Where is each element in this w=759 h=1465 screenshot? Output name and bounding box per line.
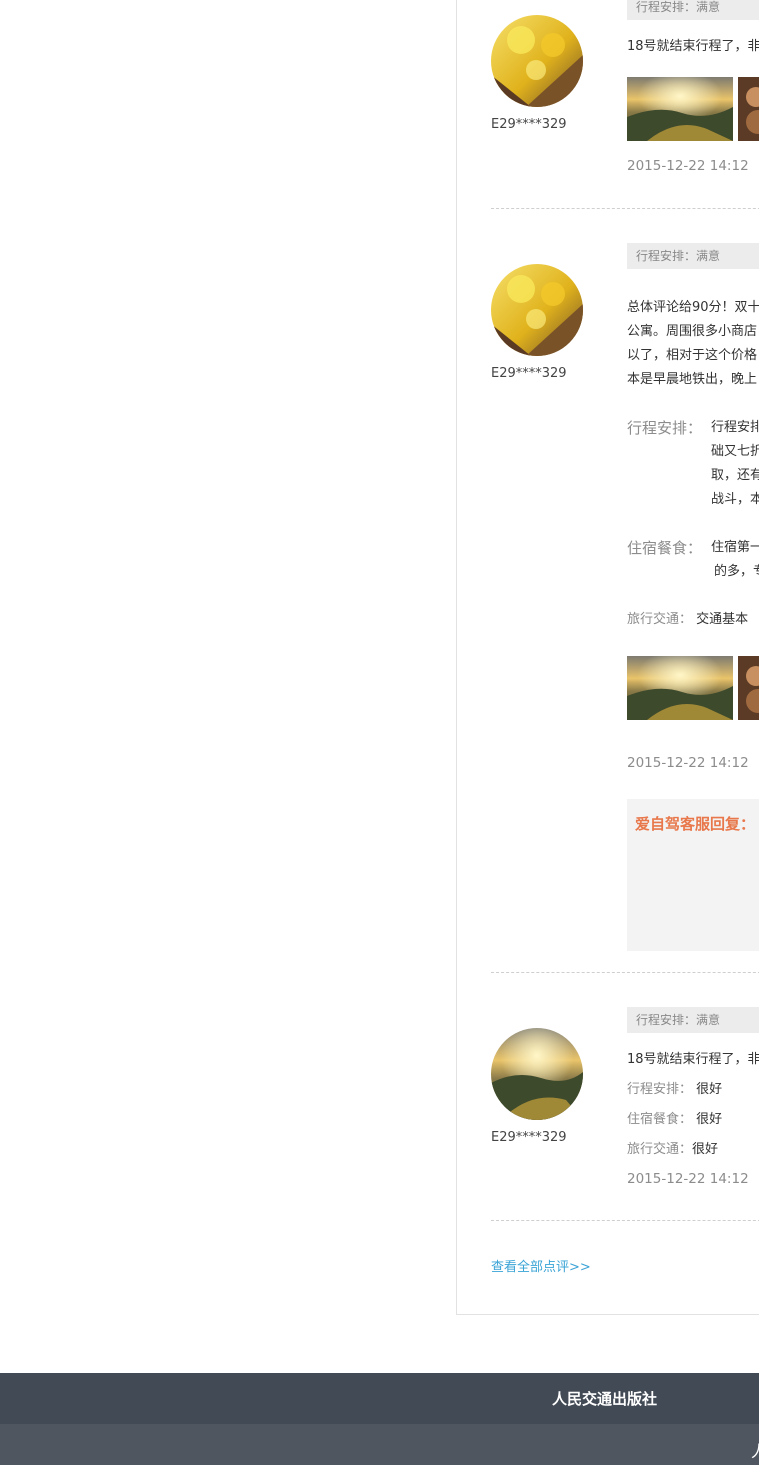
itinerary-label: 行程安排： <box>627 1082 693 1097</box>
username[interactable]: E29****329 <box>491 117 567 132</box>
review-date: 2015-12-22 14:12 <box>627 158 749 174</box>
footer-bar: 人民交通出版社 <box>0 1373 759 1424</box>
transport-value: 很好 <box>692 1142 719 1157</box>
review-photo[interactable] <box>627 77 733 141</box>
lodging-label: 住宿餐食： <box>627 1112 693 1127</box>
review-photo[interactable] <box>627 656 733 720</box>
lodging-text-line: 住宿第一 <box>711 540 759 555</box>
view-all-reviews-link[interactable]: 查看全部点评>> <box>491 1256 591 1275</box>
transport-text: 交通基本 <box>696 612 749 627</box>
review-divider <box>491 1220 759 1221</box>
review-date: 2015-12-22 14:12 <box>627 755 749 771</box>
review-rating-tag: 行程安排：满意 <box>627 0 759 20</box>
lodging-label: 住宿餐食： <box>627 539 703 557</box>
user-avatar <box>491 1028 583 1120</box>
itinerary-text-line: 础又七折 <box>711 444 759 459</box>
review-text-line: 本是早晨地铁出，晚上 <box>627 372 758 387</box>
itinerary-text-line: 战斗，本 <box>711 492 759 507</box>
review-text: 18号就结束行程了，非 <box>627 39 759 54</box>
footer-glyph: 人 <box>751 1438 759 1462</box>
user-avatar <box>491 15 583 107</box>
itinerary-value: 很好 <box>696 1082 723 1097</box>
review-text: 18号就结束行程了，非 <box>627 1052 759 1067</box>
footer-bottom-bar: 人 <box>0 1424 759 1465</box>
review-text-line: 总体评论给90分！双十 <box>627 300 759 315</box>
itinerary-text-line: 行程安排 <box>711 420 759 435</box>
lodging-text-line: 的多，专 <box>714 564 759 579</box>
review-photo[interactable] <box>738 77 759 141</box>
transport-label: 旅行交通： <box>627 612 693 627</box>
service-reply-box: 爱自驾客服回复： <box>627 799 759 951</box>
transport-label: 旅行交通： <box>627 1142 693 1157</box>
review-rating-tag: 行程安排：满意 <box>627 1007 759 1033</box>
review-divider <box>491 208 759 209</box>
review-rating-tag: 行程安排：满意 <box>627 243 759 269</box>
review-date: 2015-12-22 14:12 <box>627 1171 749 1187</box>
lodging-value: 很好 <box>696 1112 723 1127</box>
review-photo[interactable] <box>738 656 759 720</box>
review-text-line: 以了，相对于这个价格 <box>627 348 758 363</box>
username[interactable]: E29****329 <box>491 366 567 381</box>
review-divider <box>491 972 759 973</box>
user-avatar <box>491 264 583 356</box>
username[interactable]: E29****329 <box>491 1130 567 1145</box>
review-text-line: 公寓。周围很多小商店 <box>627 324 758 339</box>
footer-publisher-name: 人民交通出版社 <box>552 1390 658 1408</box>
service-reply-title: 爱自驾客服回复： <box>635 815 756 833</box>
itinerary-label: 行程安排： <box>627 419 703 437</box>
itinerary-text-line: 取，还有 <box>711 468 759 483</box>
